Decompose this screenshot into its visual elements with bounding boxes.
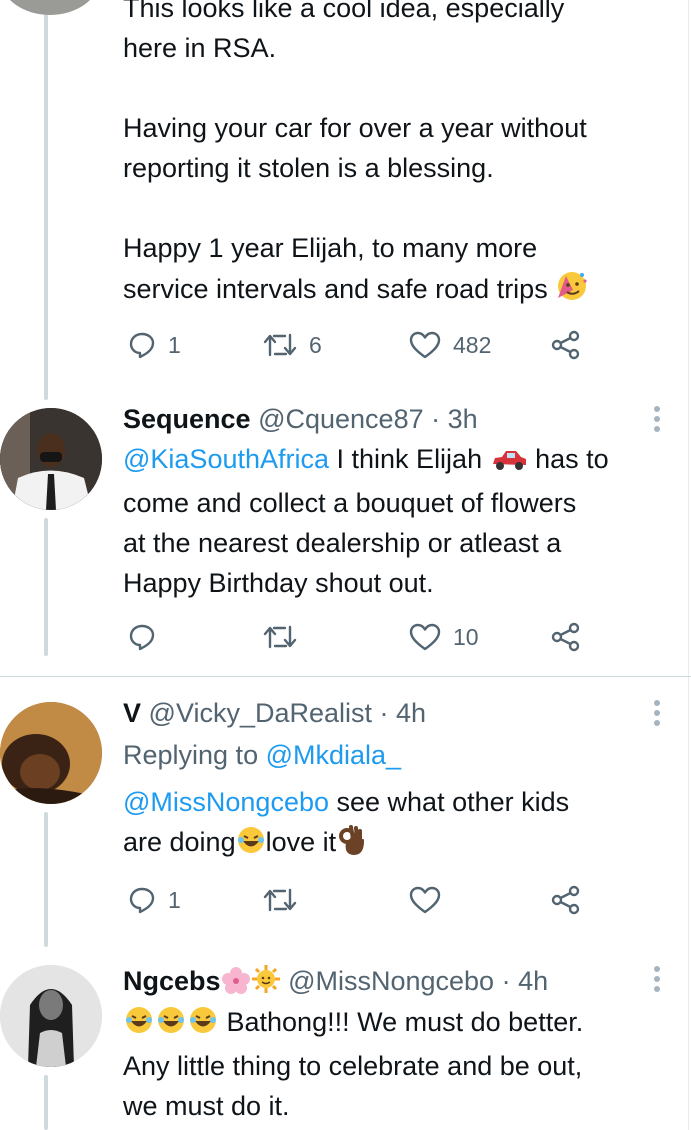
retweet-button[interactable] <box>263 880 297 920</box>
reply-icon <box>128 623 156 651</box>
user-handle[interactable]: @MissNongcebo <box>288 966 494 996</box>
share-button[interactable] <box>551 325 581 365</box>
tweet-actions: 1 6 482 <box>123 325 583 365</box>
heart-icon <box>409 623 441 651</box>
tweet-actions: 1 <box>123 880 583 920</box>
heart-icon <box>409 886 441 914</box>
avatar[interactable] <box>0 702 102 804</box>
user-handle[interactable]: @Cquence87 <box>258 404 424 434</box>
sun-with-face-icon <box>251 964 281 1005</box>
like-count: 10 <box>453 623 479 650</box>
reply-button[interactable]: 1 <box>128 880 181 920</box>
reply-icon <box>128 331 156 359</box>
thread-line <box>44 812 48 947</box>
tweet-time[interactable]: · 4h <box>502 966 549 996</box>
reply-button[interactable] <box>128 617 168 657</box>
tweet-text: This looks like a cool idea, especially … <box>123 0 671 313</box>
tweet-header: V @Vicky_DaRealist · 4h <box>123 693 426 733</box>
avatar[interactable] <box>0 408 102 510</box>
tweet-text: Bathong!!! We must do better. Any little… <box>123 1005 584 1121</box>
retweet-icon <box>263 331 297 359</box>
tweet-time[interactable]: · 4h <box>380 698 427 728</box>
reply-count: 1 <box>168 886 181 913</box>
tweet-divider <box>0 676 691 677</box>
tweet-header: Sequence @Cquence87 · 3h <box>123 399 478 439</box>
share-icon <box>551 622 581 652</box>
like-count: 482 <box>453 331 492 358</box>
avatar[interactable] <box>0 0 100 15</box>
retweet-button[interactable] <box>263 617 309 657</box>
thread-line <box>44 1075 48 1130</box>
mention-link[interactable]: @KiaSouthAfrica <box>123 444 329 474</box>
thread-line <box>44 0 48 400</box>
laughing-tears-icon <box>155 1005 187 1046</box>
tweet-actions: 10 <box>123 617 583 657</box>
display-name[interactable]: Sequence <box>123 404 251 434</box>
retweet-button[interactable]: 6 <box>263 325 322 365</box>
share-icon <box>551 330 581 360</box>
mention-link[interactable]: @Mkdiala_ <box>266 740 401 770</box>
laughing-tears-icon <box>236 825 266 866</box>
partying-face-icon <box>555 268 589 313</box>
tweet-time[interactable]: · 3h <box>431 404 478 434</box>
retweet-icon <box>263 886 297 914</box>
share-icon <box>551 885 581 915</box>
laughing-tears-icon <box>187 1005 219 1046</box>
red-car-icon <box>490 443 528 483</box>
display-name[interactable]: V <box>123 698 141 728</box>
reply-icon <box>128 886 156 914</box>
scroll-edge <box>688 0 689 1130</box>
share-button[interactable] <box>551 880 581 920</box>
more-options-icon[interactable] <box>653 406 661 436</box>
reply-button[interactable]: 1 <box>128 325 181 365</box>
tweet-text: @MissNongcebo see what other kids are do… <box>123 782 671 866</box>
tweet-text: @KiaSouthAfrica I think Elijah has to co… <box>123 443 609 598</box>
more-options-icon[interactable] <box>653 966 661 996</box>
replying-to: Replying to @Mkdiala_ <box>123 740 402 770</box>
retweet-icon <box>263 623 297 651</box>
avatar[interactable] <box>0 965 102 1067</box>
display-name[interactable]: Ngcebs <box>123 966 221 996</box>
ok-hand-icon <box>336 823 366 866</box>
heart-icon <box>409 331 441 359</box>
user-handle[interactable]: @Vicky_DaRealist <box>149 698 373 728</box>
more-options-icon[interactable] <box>653 700 661 730</box>
mention-link[interactable]: @MissNongcebo <box>123 787 329 817</box>
thread-line <box>44 518 48 656</box>
laughing-tears-icon <box>123 1005 155 1046</box>
like-button[interactable]: 482 <box>409 325 491 365</box>
reply-count: 1 <box>168 331 181 358</box>
cherry-blossom-icon <box>221 965 251 1005</box>
like-button[interactable] <box>409 880 441 920</box>
retweet-count: 6 <box>309 331 322 358</box>
like-button[interactable]: 10 <box>409 617 479 657</box>
tweet-header: Ngcebs @MissNongcebo · 4h <box>123 961 548 1005</box>
share-button[interactable] <box>551 617 581 657</box>
